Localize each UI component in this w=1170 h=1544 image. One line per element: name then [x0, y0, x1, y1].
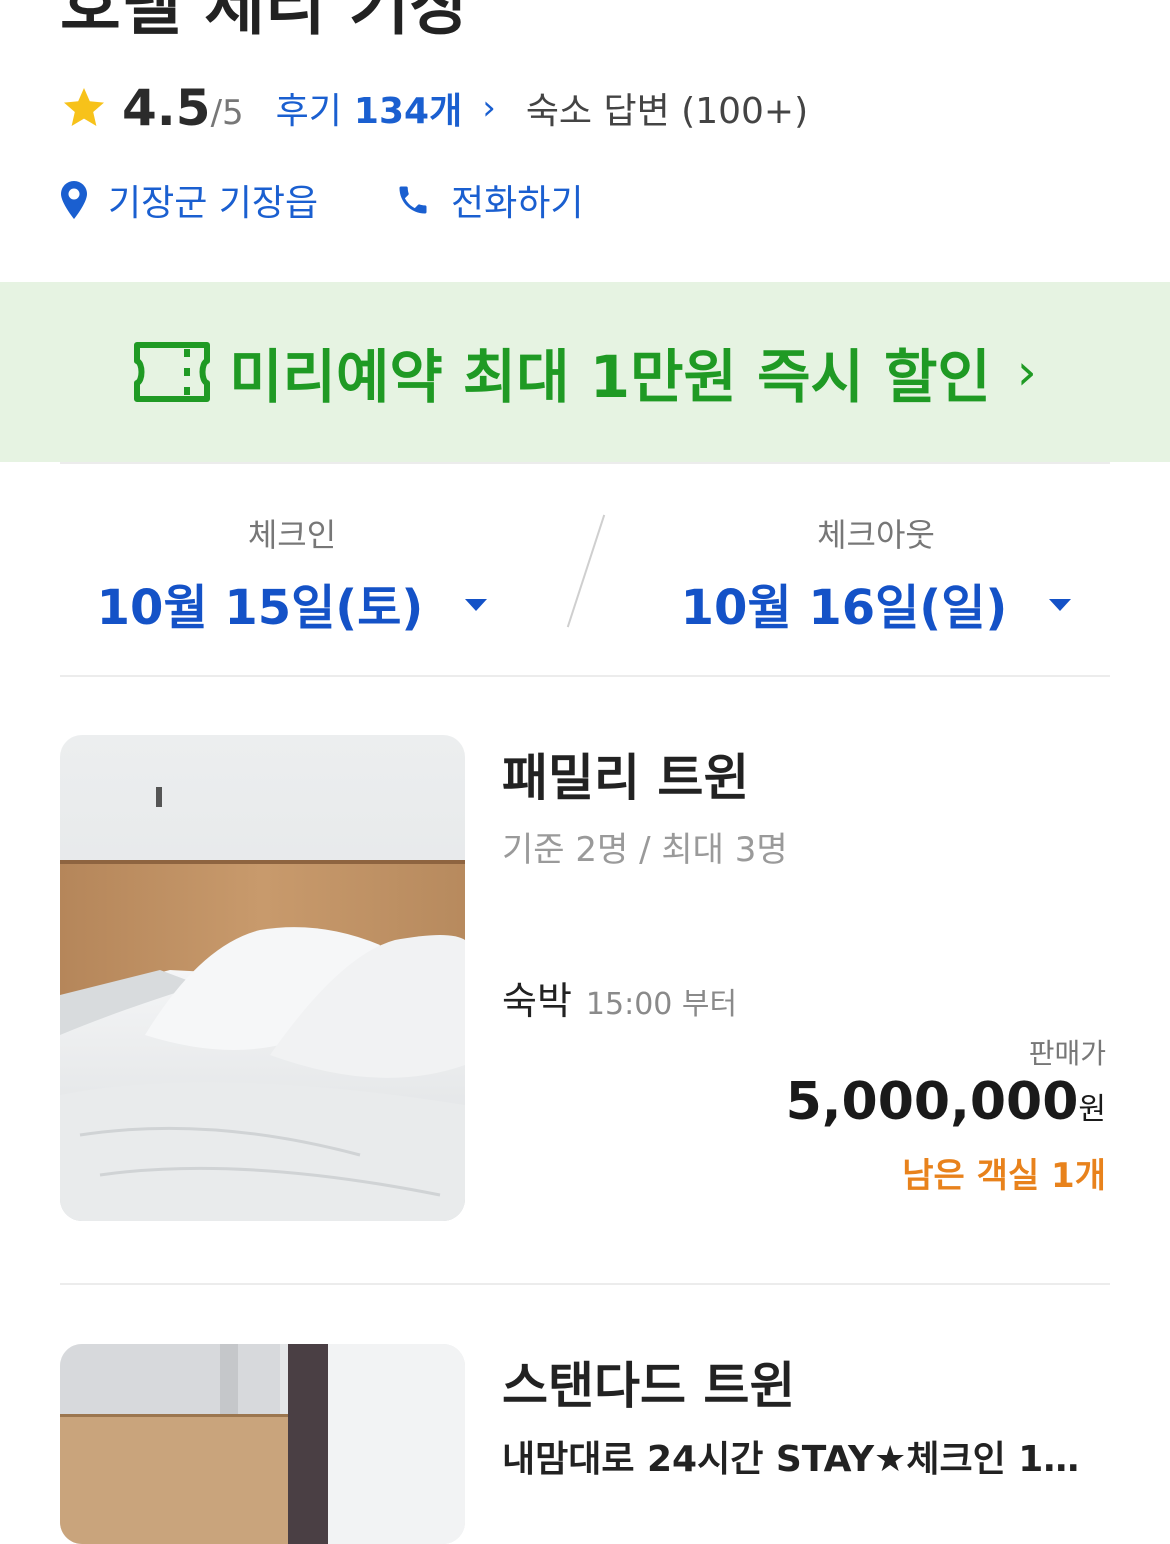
rating-max: /5 — [210, 93, 244, 133]
stay-type: 숙박 — [502, 979, 572, 1023]
room-name[interactable]: 패밀리 트윈 — [502, 738, 749, 810]
price: 5,000,000원 — [786, 1072, 1106, 1132]
owner-reply-link[interactable]: 숙소 답변 (100+) — [526, 82, 808, 134]
room-photo[interactable] — [60, 735, 465, 1221]
price-unit: 원 — [1078, 1092, 1106, 1127]
remaining-rooms: 남은 객실 1개 — [902, 1156, 1106, 1196]
checkout-selector[interactable]: 체크아웃 10월 16일(일) — [646, 510, 1106, 638]
dropdown-caret-icon — [465, 599, 488, 611]
checkin-label: 체크인 — [247, 516, 337, 554]
location-text: 기장군 기장읍 — [108, 183, 319, 224]
call-label: 전화하기 — [451, 183, 584, 224]
banner-text: 미리예약 최대 1만원 즉시 할인 — [229, 343, 991, 411]
room-name[interactable]: 스탠다드 트윈 — [502, 1346, 795, 1418]
price-value: 5,000,000 — [785, 1072, 1079, 1132]
divider — [60, 675, 1110, 677]
star-icon — [64, 88, 104, 126]
phone-icon — [399, 186, 427, 214]
review-count: 134개 — [353, 91, 463, 132]
room-photo-bed — [60, 735, 465, 1221]
stay-time: 15:00 부터 — [585, 987, 738, 1022]
stay-info: 숙박 15:00 부터 — [502, 970, 737, 1025]
location-link[interactable]: 기장군 기장읍 — [60, 170, 318, 230]
discount-banner[interactable]: 미리예약 최대 1만원 즉시 할인 › — [0, 282, 1170, 462]
date-divider — [566, 514, 606, 628]
ticket-icon — [134, 342, 211, 402]
divider — [60, 462, 1110, 464]
chevron-right-icon: › — [1016, 343, 1037, 401]
review-label: 후기 — [275, 91, 342, 132]
location-pin-icon — [61, 181, 87, 219]
chevron-right-icon: › — [482, 88, 496, 128]
checkout-label: 체크아웃 — [817, 516, 935, 554]
call-button[interactable]: 전화하기 — [395, 170, 583, 230]
room-promo: 내맘대로 24시간 STAY★체크인 1... — [502, 1439, 1082, 1480]
review-link[interactable]: 후기 134개 › — [276, 82, 496, 134]
checkin-selector[interactable]: 체크인 10월 15일(토) — [62, 510, 522, 638]
room-photo-window — [60, 1344, 465, 1544]
dropdown-caret-icon — [1049, 599, 1072, 611]
divider — [60, 1283, 1110, 1285]
hotel-title: 호텔 제리 기장 — [60, 0, 471, 44]
room-photo[interactable] — [60, 1344, 465, 1544]
rating-row: 4.5 /5 후기 134개 › 숙소 답변 (100+) — [60, 76, 808, 140]
checkout-date: 10월 16일(일) — [680, 580, 1008, 636]
price-label: 판매가 — [1028, 1037, 1106, 1070]
checkin-date: 10월 15일(토) — [96, 580, 424, 636]
room-capacity: 기준 2명 / 최대 3명 — [502, 830, 788, 870]
rating-value: 4.5 — [122, 79, 211, 137]
